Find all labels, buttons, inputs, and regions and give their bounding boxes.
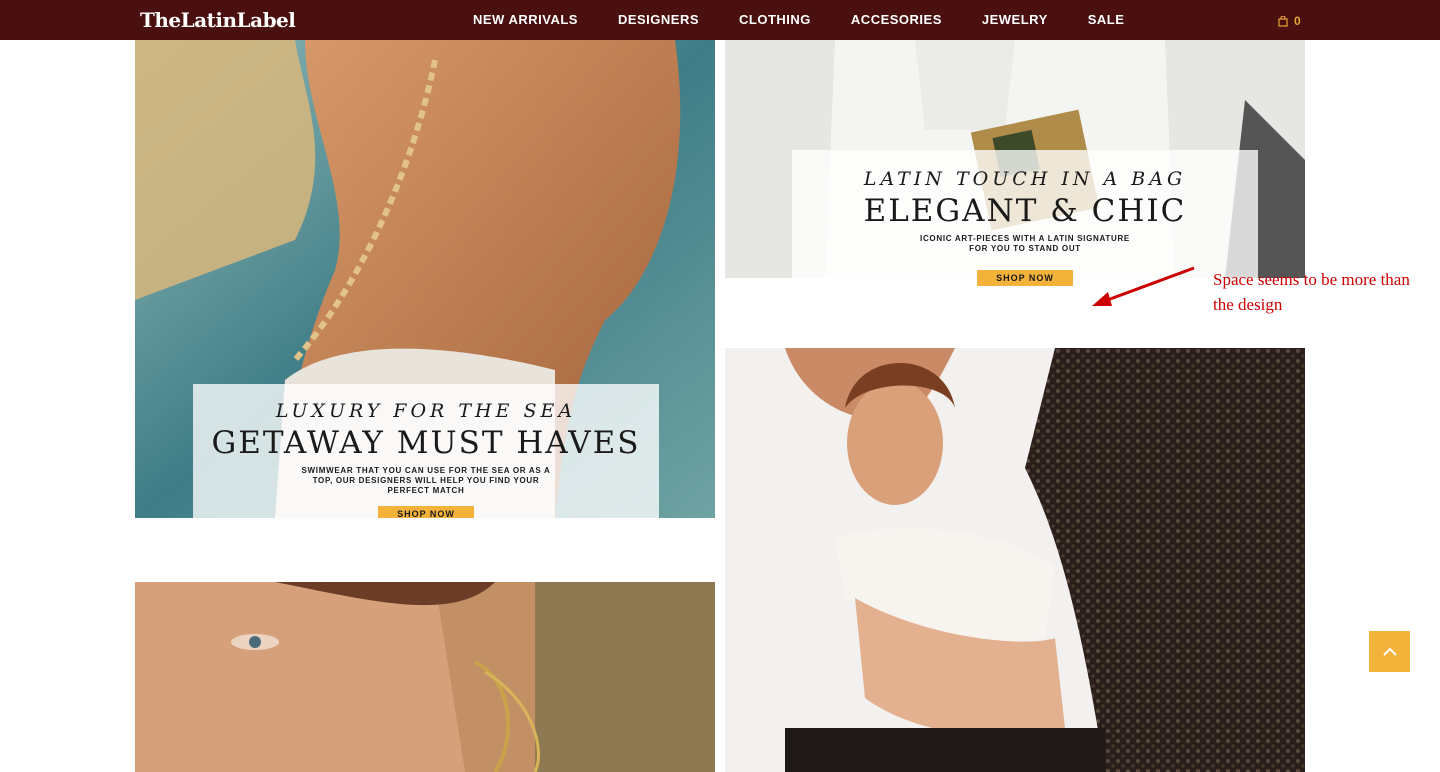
promo-description: ICONIC ART-PIECES WITH A LATIN SIGNATURE… [920,234,1130,253]
promo-headline: ELEGANT & CHIC [863,193,1187,229]
jewelry-model-image[interactable] [135,582,715,772]
nav-designers[interactable]: DESIGNERS [598,0,719,40]
promo-overlay: LATIN TOUCH IN A BAG ELEGANT & CHIC ICON… [792,150,1258,278]
shop-now-button[interactable]: SHOP NOW [977,270,1073,286]
main-nav: NEW ARRIVALS DESIGNERS CLOTHING ACCESORI… [453,0,1144,40]
chevron-up-icon [1382,647,1397,656]
nav-accesories[interactable]: ACCESORIES [831,0,962,40]
promo-kicker: LATIN TOUCH IN A BAG [863,168,1187,190]
promo-kicker: LUXURY FOR THE SEA [275,400,577,422]
nav-clothing[interactable]: CLOTHING [719,0,831,40]
promo-card-bag[interactable]: LATIN TOUCH IN A BAG ELEGANT & CHIC ICON… [725,40,1305,286]
promo-overlay: LUXURY FOR THE SEA GETAWAY MUST HAVES SW… [193,384,659,518]
annotation-note: Space seems to be more than the design [1213,270,1410,314]
sequin-jacket-image[interactable] [725,348,1305,772]
top-navigation-bar: TheLatinLabel NEW ARRIVALS DESIGNERS CLO… [0,0,1440,40]
sequin-model-image [725,348,1305,772]
cart-button[interactable]: 0 [1278,12,1301,30]
site-logo[interactable]: TheLatinLabel [140,6,296,34]
nav-jewelry[interactable]: JEWELRY [962,0,1068,40]
earring-model-image [135,582,715,772]
shop-now-button[interactable]: SHOP NOW [378,506,474,518]
promo-description: SWIMWEAR THAT YOU CAN USE FOR THE SEA OR… [301,466,551,495]
nav-new-arrivals[interactable]: NEW ARRIVALS [453,0,598,40]
nav-sale[interactable]: SALE [1068,0,1145,40]
bag-icon [1278,15,1288,27]
cart-count: 0 [1294,14,1301,28]
promo-card-sea[interactable]: LUXURY FOR THE SEA GETAWAY MUST HAVES SW… [135,40,715,518]
annotation-arrow [1092,266,1195,306]
back-to-top-button[interactable] [1369,631,1410,672]
promo-headline: GETAWAY MUST HAVES [211,425,641,461]
